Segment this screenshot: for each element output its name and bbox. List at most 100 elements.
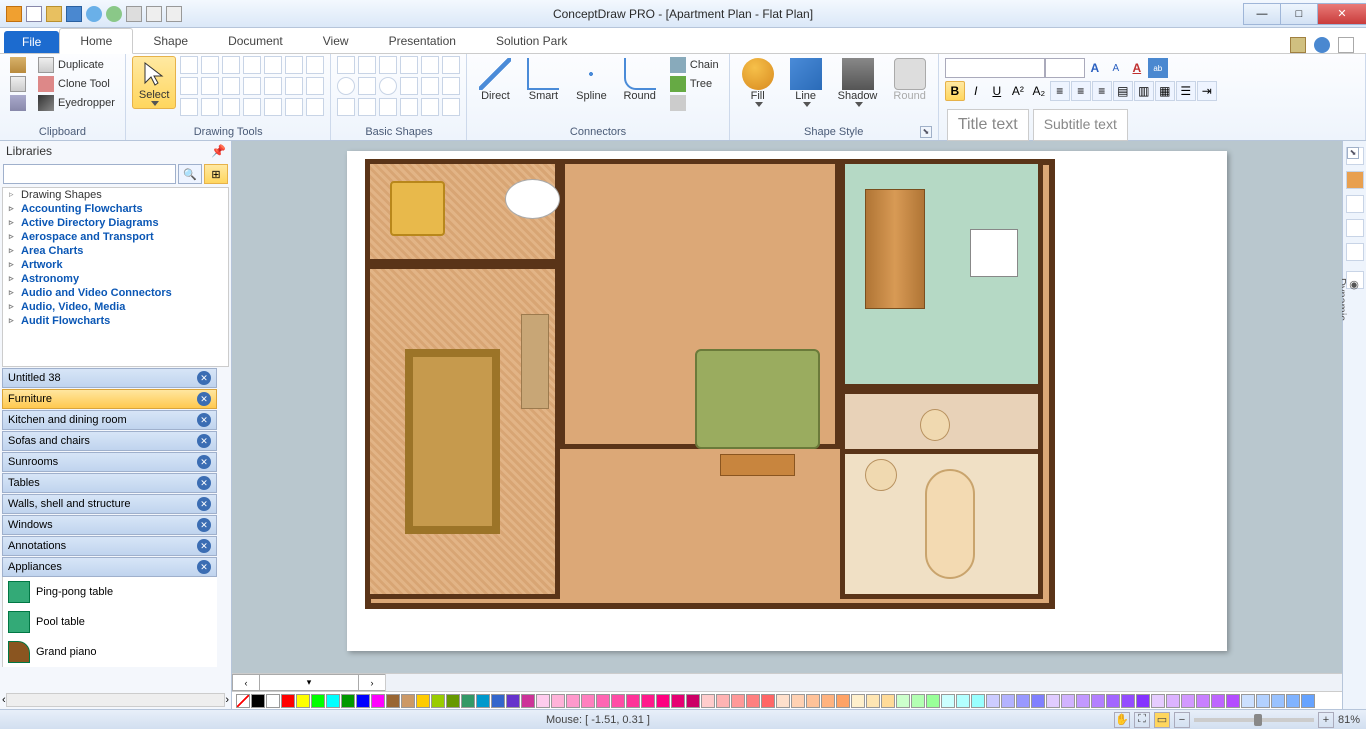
shape-16[interactable] [400,98,418,116]
connector-smart-button[interactable]: Smart [521,56,565,104]
library-tree[interactable]: Drawing Shapes Accounting Flowcharts Act… [2,187,229,367]
color-swatch-35[interactable] [776,694,790,708]
align-top-button[interactable]: ▤ [1113,81,1133,101]
armchair[interactable] [390,181,445,236]
bold-button[interactable]: B [945,81,965,101]
color-swatch-58[interactable] [1121,694,1135,708]
chain-button[interactable]: Chain [666,56,723,74]
color-swatch-1[interactable] [266,694,280,708]
no-color-swatch[interactable] [236,694,250,708]
shape-2[interactable] [358,56,376,74]
tool-8[interactable] [180,77,198,95]
color-swatch-6[interactable] [341,694,355,708]
tree-item-6[interactable]: Astronomy [3,272,228,286]
color-swatch-0[interactable] [251,694,265,708]
qat-save-icon[interactable] [66,6,82,22]
select-tool-button[interactable]: Select [132,56,177,109]
color-swatch-2[interactable] [281,694,295,708]
tab-shape[interactable]: Shape [133,29,208,53]
color-swatch-12[interactable] [431,694,445,708]
tool-ellipse[interactable] [201,56,219,74]
subtitle-text-style[interactable]: Subtitle text [1033,109,1128,141]
shape-5[interactable] [421,56,439,74]
font-name-input[interactable] [945,58,1045,78]
lib-tab-7[interactable]: Windows✕ [2,515,217,535]
minimize-button[interactable]: — [1243,3,1281,25]
zoom-slider[interactable] [1194,718,1314,722]
shape-18[interactable] [442,98,460,116]
grow-font-button[interactable]: A [1085,58,1105,78]
color-swatch-66[interactable] [1241,694,1255,708]
close-lib-icon[interactable]: ✕ [197,392,211,406]
tool-17[interactable] [222,98,240,116]
color-swatch-33[interactable] [746,694,760,708]
shape-10[interactable] [400,77,418,95]
tool-free[interactable] [285,56,303,74]
align-center-button[interactable]: ≡ [1071,81,1091,101]
connector-direct-button[interactable]: Direct [473,56,517,104]
tool-13[interactable] [285,77,303,95]
color-swatch-60[interactable] [1151,694,1165,708]
color-swatch-15[interactable] [476,694,490,708]
zoom-out-button[interactable]: − [1174,712,1190,728]
color-swatch-56[interactable] [1091,694,1105,708]
color-swatch-62[interactable] [1181,694,1195,708]
next-page-button[interactable]: › [358,674,386,691]
title-text-style[interactable]: Title text [947,109,1029,141]
textformat-launcher[interactable]: ⬊ [1347,147,1359,159]
color-swatch-67[interactable] [1256,694,1270,708]
align-bottom-button[interactable]: ▦ [1155,81,1175,101]
tool-16[interactable] [201,98,219,116]
shapestyle-launcher[interactable]: ⬊ [920,126,932,138]
round-button[interactable]: Round [887,56,931,104]
color-swatch-41[interactable] [866,694,880,708]
color-swatch-7[interactable] [356,694,370,708]
color-swatch-51[interactable] [1016,694,1030,708]
tree-item-2[interactable]: Active Directory Diagrams [3,216,228,230]
tool-poly[interactable] [264,56,282,74]
tree-item-1[interactable]: Accounting Flowcharts [3,202,228,216]
drawing-page[interactable] [347,151,1227,651]
color-swatch-65[interactable] [1226,694,1240,708]
shape-6[interactable] [442,56,460,74]
close-lib-icon[interactable]: ✕ [197,434,211,448]
close-lib-icon[interactable]: ✕ [197,476,211,490]
superscript-button[interactable]: A² [1008,81,1028,101]
connector-round-button[interactable]: Round [617,56,661,104]
italic-button[interactable]: I [966,81,986,101]
color-swatch-20[interactable] [551,694,565,708]
color-swatch-57[interactable] [1106,694,1120,708]
floor-plan[interactable] [365,159,1055,609]
duplicate-button[interactable]: Duplicate [34,56,119,74]
indent-button[interactable]: ⇥ [1197,81,1217,101]
rtool-2[interactable] [1346,171,1364,189]
close-lib-icon[interactable]: ✕ [197,497,211,511]
qat-new-icon[interactable] [26,6,42,22]
bathtub[interactable] [925,469,975,579]
color-swatch-27[interactable] [656,694,670,708]
color-swatch-44[interactable] [911,694,925,708]
color-swatch-61[interactable] [1166,694,1180,708]
stove[interactable] [970,229,1018,277]
color-swatch-30[interactable] [701,694,715,708]
color-swatch-24[interactable] [611,694,625,708]
close-button[interactable]: ✕ [1317,3,1366,25]
cabinet[interactable] [720,454,795,476]
prev-page-button[interactable]: ‹ [232,674,260,691]
panel-hscroll[interactable]: ‹› [0,691,231,709]
tree-item-5[interactable]: Artwork [3,258,228,272]
color-swatch-38[interactable] [821,694,835,708]
rtool-4[interactable] [1346,219,1364,237]
underline-button[interactable]: U [987,81,1007,101]
color-swatch-55[interactable] [1076,694,1090,708]
shrink-font-button[interactable]: A [1106,58,1126,78]
connector-spline-button[interactable]: Spline [569,56,613,104]
dynamic-help-tab[interactable]: ◉ Dynamic Help [1346,271,1364,289]
maximize-button[interactable]: □ [1280,3,1318,25]
rtool-3[interactable] [1346,195,1364,213]
color-swatch-9[interactable] [386,694,400,708]
shape-pool[interactable]: Pool table [3,607,217,637]
tool-20[interactable] [285,98,303,116]
zoom-fit-icon[interactable]: ⛶ [1134,712,1150,728]
qat-redo-icon[interactable] [106,6,122,22]
